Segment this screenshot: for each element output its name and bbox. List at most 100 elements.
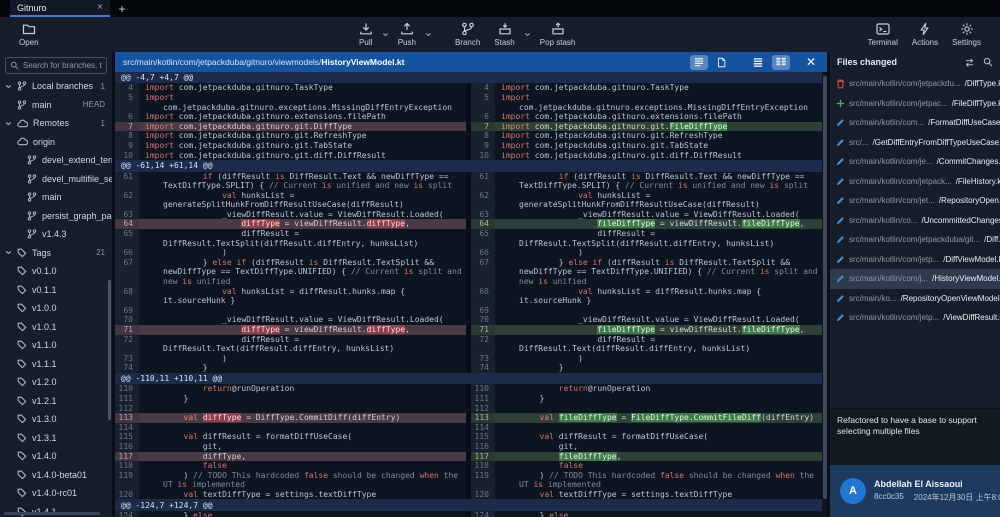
tree-item-v1-4-0-beta01[interactable]: v1.4.0-beta01 [0, 466, 112, 485]
push-icon [400, 22, 414, 36]
branch-search-input[interactable] [23, 61, 102, 70]
tree-item-v1-4-0[interactable]: v1.4.0 [0, 447, 112, 466]
code-text: _viewDiffResult.value = ViewDiffResult.L… [139, 315, 466, 325]
diff-line-row: 7import com.jetpackduba.gitnuro.git.Diff… [115, 122, 822, 132]
line-number: 113 [471, 413, 495, 423]
tree-section-remotes[interactable]: Remotes1 [0, 114, 112, 133]
search-icon[interactable] [983, 57, 993, 67]
diff-right-line: 120 val textDiffType = settings.textDiff… [471, 490, 822, 500]
terminal-button[interactable]: Terminal [861, 21, 905, 48]
file-row-diff-kt[interactable]: src/main/kotlin/com/jetpackduba/git.../D… [830, 230, 1000, 250]
tree-item-main[interactable]: mainHEAD [0, 96, 112, 115]
diff-left-line: 72 diffResult = DiffResult.Text(diffResu… [115, 335, 466, 354]
tab-gitnuro[interactable]: Gitnuro × [10, 0, 110, 17]
file-row-filedifftype-kt[interactable]: src/main/kotlin/com/jetpac.../FileDiffTy… [830, 94, 1000, 114]
diff-right-line: 71 fileDiffType = viewDiffResult.fileDif… [471, 325, 822, 335]
pop-stash-button[interactable]: Pop stash [533, 21, 583, 48]
file-view-icon[interactable] [713, 55, 731, 70]
line-number: 118 [471, 461, 495, 471]
tree-item-v1-0-0[interactable]: v1.0.0 [0, 299, 112, 318]
sidebar-vertical-scrollbar[interactable] [108, 280, 111, 420]
tree-item-v1-1-0[interactable]: v1.1.0 [0, 336, 112, 355]
diff-left-line: 115 val diffResult = formatDiffUseCase( [115, 432, 466, 442]
tree-item-main[interactable]: main [0, 188, 112, 207]
chevron-down-icon[interactable] [5, 83, 12, 90]
stash-dropdown-chevron-icon[interactable] [524, 31, 531, 38]
open-button[interactable]: Open [12, 21, 46, 48]
tree-item-v1-2-0[interactable]: v1.2.0 [0, 373, 112, 392]
settings-button[interactable]: Settings [945, 21, 988, 48]
diff-right-line: 115 val diffResult = formatDiffUseCase( [471, 432, 822, 442]
file-row-filehistory-kt[interactable]: src/main/kotlin/com/jetpack.../FileHisto… [830, 172, 1000, 192]
pull-button[interactable]: Pull [352, 21, 380, 48]
diff-right-line: 118 false [471, 461, 822, 471]
tree-item-origin[interactable]: origin [0, 133, 112, 152]
diff-line-row: 10import com.jetpackduba.gitnuro.git.dif… [115, 151, 822, 161]
split-view-icon[interactable] [772, 55, 790, 70]
file-row-uncommittedchanges-kt[interactable]: src/main/kotlin/co.../UncommittedChanges… [830, 211, 1000, 231]
line-number: 6 [471, 112, 495, 122]
diff-right-line: 10import com.jetpackduba.gitnuro.git.dif… [471, 151, 822, 161]
diff-line-row: 9import com.jetpackduba.gitnuro.git.TabS… [115, 141, 822, 151]
stash-button[interactable]: Stash [487, 21, 521, 48]
gitnuro-app: Gitnuro × + Open Pull Push Branch [0, 0, 1000, 517]
file-row-historyviewmodel-kt[interactable]: src/main/kotlin/com/j.../HistoryViewMode… [830, 269, 1000, 289]
close-diff-icon[interactable]: ✕ [803, 56, 819, 68]
tree-item-v1-4-0-rc01[interactable]: v1.4.0-rc01 [0, 484, 112, 503]
diff-left-line: 111 } [115, 394, 466, 404]
tree-item-v0-1-1[interactable]: v0.1.1 [0, 281, 112, 300]
diff-line-row: 117 diffType,117 fileDiffType, [115, 452, 822, 462]
view-toggle-icon[interactable] [964, 57, 975, 68]
tree-item-v1-3-0[interactable]: v1.3.0 [0, 410, 112, 429]
branch-search-box[interactable] [5, 57, 107, 74]
branch-button[interactable]: Branch [448, 21, 487, 48]
tree-section-tags[interactable]: Tags21 [0, 244, 112, 263]
tree-item-v1-1-1[interactable]: v1.1.1 [0, 355, 112, 374]
push-dropdown-chevron-icon[interactable] [425, 31, 432, 38]
actions-button[interactable]: Actions [905, 21, 945, 48]
code-text: _viewDiffResult.value = ViewDiffResult.L… [495, 315, 822, 325]
file-row-getdiffentryfromdifftypeusecase-kt[interactable]: src/.../GetDiffEntryFromDiffTypeUseCase.… [830, 133, 1000, 153]
chevron-down-icon[interactable] [5, 120, 12, 127]
new-tab-button[interactable]: + [110, 0, 134, 17]
file-row-viewdiffresult-kt[interactable]: src/main/kotlin/com/jetp.../ViewDiffResu… [830, 308, 1000, 328]
close-tab-icon[interactable]: × [97, 3, 103, 13]
code-text: import com.jetpackduba.gitnuro.git.TabSt… [495, 141, 822, 151]
tree-item-v1-4-3[interactable]: v1.4.3 [0, 225, 112, 244]
tree-item-devel-extend-terminal[interactable]: devel_extend_terminal [0, 151, 112, 170]
diff-line-row: 65 diffResult = DiffResult.TextSplit(dif… [115, 229, 822, 248]
line-number: 120 [471, 490, 495, 500]
sidebar-horizontal-scrollbar[interactable] [4, 512, 100, 515]
diff-scrollbar[interactable] [823, 74, 827, 515]
file-row-diffviewmodel-kt[interactable]: src/main/kotlin/com/jetp.../DiffViewMode… [830, 250, 1000, 270]
tree-item-persist-graph-padding[interactable]: persist_graph_padding [0, 207, 112, 226]
tree-item-v0-1-0[interactable]: v0.1.0 [0, 262, 112, 281]
file-row-repositoryopenviewmodel-kt[interactable]: src/main/ko.../RepositoryOpenViewModel.k… [830, 289, 1000, 309]
unified-view-icon[interactable] [749, 55, 767, 70]
line-number: 70 [115, 315, 139, 325]
diff-scrollbar-thumb[interactable] [823, 76, 827, 499]
file-row-commitchanges-kt[interactable]: src/main/kotlin/com/je.../CommitChanges.… [830, 152, 1000, 172]
file-row-repositoryopen-kt[interactable]: src/main/kotlin/com/jet.../RepositoryOpe… [830, 191, 1000, 211]
tree-item-v1-0-1[interactable]: v1.0.1 [0, 318, 112, 337]
pencil-icon [836, 313, 845, 322]
tree-item-v1-2-1[interactable]: v1.2.1 [0, 392, 112, 411]
diff-right-line: 74 } [471, 363, 822, 373]
tree-item-devel-multifile-selecti[interactable]: devel_multifile_selecti [0, 170, 112, 189]
push-button[interactable]: Push [391, 21, 423, 48]
diff-line-row: 115 val diffResult = formatDiffUseCase( 1… [115, 432, 822, 442]
file-row-difftype-kt[interactable]: src/main/kotlin/com/jetpackdu.../DiffTyp… [830, 74, 1000, 94]
diff-right-line: 72 diffResult = DiffResult.Text(diffResu… [471, 335, 822, 354]
pull-dropdown-chevron-icon[interactable] [382, 31, 389, 38]
tree-item-v1-3-1[interactable]: v1.3.1 [0, 429, 112, 448]
commit-author-card[interactable]: A Abdellah El Aissaoui 8cc0c35 2024年12月3… [830, 465, 1000, 517]
code-text: } [139, 394, 466, 404]
tree-section-local-branches[interactable]: Local branches1 [0, 77, 112, 96]
code-text: ) [495, 248, 822, 258]
file-row-formatdiffusecase-kt[interactable]: src/main/kotlin/com.../FormatDiffUseCase… [830, 113, 1000, 133]
tag-icon [17, 414, 27, 424]
chevron-down-icon[interactable] [5, 249, 12, 256]
text-diff-toggle-icon[interactable] [690, 55, 708, 70]
code-text: import com.jetpackduba.gitnuro.git.TabSt… [139, 141, 466, 151]
tag-icon [17, 451, 27, 461]
